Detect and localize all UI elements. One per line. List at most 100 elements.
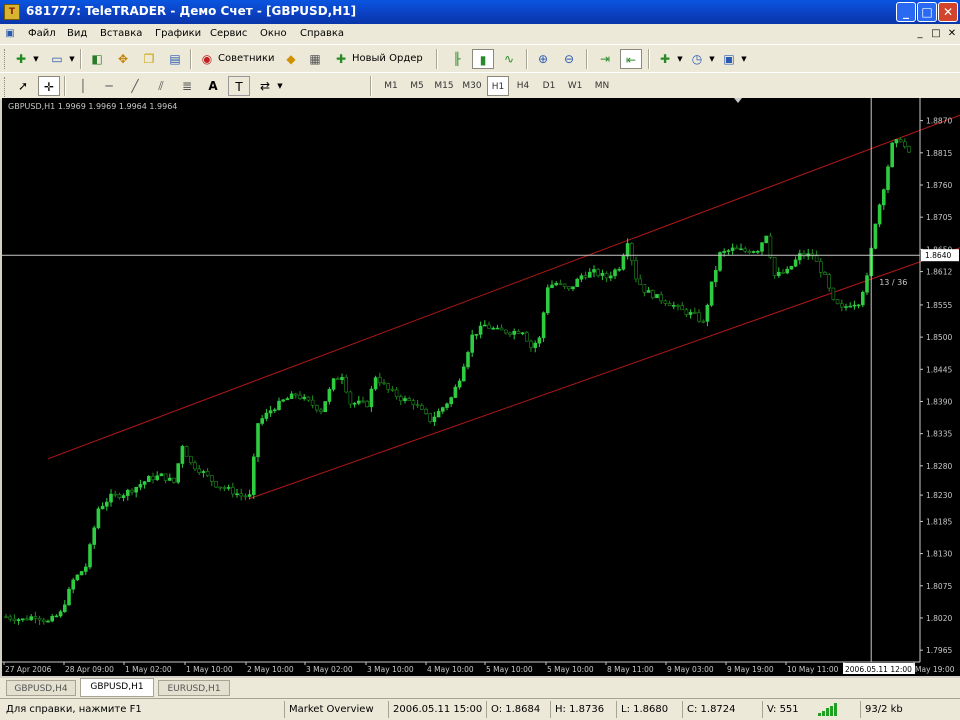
bar-chart-icon[interactable]: ╟: [446, 49, 468, 69]
dropdown-arrow-icon[interactable]: ▼: [68, 49, 76, 69]
tf-h1[interactable]: H1: [487, 76, 509, 96]
candle-body: [638, 278, 643, 285]
experts-button[interactable]: ◉ Советники: [196, 49, 276, 69]
toolbar-grip[interactable]: [4, 49, 8, 69]
chart-shift-marker[interactable]: [734, 98, 742, 103]
tab-gbpusd-h4[interactable]: GBPUSD,H4: [6, 680, 76, 696]
indicators-icon[interactable]: ✚: [654, 49, 676, 69]
dropdown-arrow-icon[interactable]: ▼: [276, 76, 284, 96]
toolbar-grip[interactable]: [4, 77, 8, 97]
templates-icon[interactable]: ▣: [718, 49, 740, 69]
text-tool-icon[interactable]: A: [202, 76, 224, 96]
time-axis: 27 Apr 2006 28 Apr 09:00 1 May 02:00 1 May …: [2, 661, 955, 674]
tab-gbpusd-h1[interactable]: GBPUSD,H1: [80, 678, 154, 697]
candle: [432, 411, 437, 426]
candle-body: [33, 616, 38, 619]
horizontal-line-icon[interactable]: ─: [98, 76, 120, 96]
candle: [25, 615, 29, 621]
price-tick-label: 1.8020: [926, 614, 952, 623]
mdi-close-button[interactable]: ✕: [946, 27, 958, 40]
tf-m30[interactable]: M30: [460, 76, 484, 96]
menu-window[interactable]: Окно: [260, 28, 287, 39]
trendline-icon[interactable]: ╱: [124, 76, 146, 96]
channel-icon[interactable]: ⫽: [150, 76, 172, 96]
auto-scroll-icon[interactable]: ⇥: [594, 49, 616, 69]
candle: [823, 270, 827, 275]
tf-m5[interactable]: M5: [406, 76, 428, 96]
zoom-in-icon[interactable]: ⊕: [532, 49, 554, 69]
line-chart-icon[interactable]: ∿: [498, 49, 520, 69]
candle: [117, 492, 122, 500]
price-chart[interactable]: GBPUSD,H1 1.9969 1.9969 1.9964 1.9964 13…: [2, 98, 960, 676]
history-icon[interactable]: ▦: [304, 49, 326, 69]
candle-body: [163, 473, 168, 481]
tf-mn[interactable]: MN: [590, 76, 614, 96]
close-button[interactable]: ✕: [938, 2, 958, 22]
new-chart-icon[interactable]: ✚: [10, 49, 32, 69]
candlestick-icon[interactable]: ▮: [472, 49, 494, 69]
candle: [16, 618, 21, 625]
tf-h4[interactable]: H4: [512, 76, 534, 96]
mdi-minimize-button[interactable]: _: [914, 27, 926, 40]
market-watch-icon[interactable]: ◧: [86, 49, 108, 69]
tf-w1[interactable]: W1: [564, 76, 586, 96]
tf-d1[interactable]: D1: [538, 76, 560, 96]
strategy-tester-icon[interactable]: ◆: [280, 49, 302, 69]
candle-body: [415, 404, 420, 407]
price-tick-label: 1.8760: [926, 181, 952, 190]
mdi-restore-button[interactable]: □: [930, 27, 942, 40]
menu-charts[interactable]: Графики: [155, 28, 201, 39]
menu-file[interactable]: Файл: [28, 28, 56, 39]
terminal-icon[interactable]: ▤: [164, 49, 186, 69]
dropdown-arrow-icon[interactable]: ▼: [708, 49, 716, 69]
menu-tools[interactable]: Сервис: [210, 28, 247, 39]
candle: [629, 242, 634, 266]
menu-help[interactable]: Справка: [300, 28, 344, 39]
candle-body: [550, 284, 554, 288]
dropdown-arrow-icon[interactable]: ▼: [676, 49, 684, 69]
minimize-button[interactable]: _: [896, 2, 916, 22]
document-icon[interactable]: ▣: [4, 27, 16, 40]
candle: [760, 242, 764, 255]
folder-icon[interactable]: ❐: [138, 49, 160, 69]
vertical-line-icon[interactable]: │: [72, 76, 94, 96]
navigator-icon[interactable]: ✥: [112, 49, 134, 69]
candle-body: [96, 508, 101, 529]
candle-body: [625, 243, 630, 257]
candle: [789, 265, 794, 270]
tf-m1[interactable]: M1: [380, 76, 402, 96]
menu-insert[interactable]: Вставка: [100, 28, 142, 39]
fibonacci-icon[interactable]: ≣: [176, 76, 198, 96]
new-order-button[interactable]: ✚ Новый Ордер: [330, 49, 424, 69]
arrows-icon[interactable]: ⇄: [254, 76, 276, 96]
candle: [894, 139, 899, 148]
candle: [92, 525, 96, 549]
candle: [226, 484, 231, 491]
candle: [12, 614, 17, 624]
candle-body: [545, 287, 550, 314]
app-icon[interactable]: T: [4, 4, 20, 20]
tab-eurusd-h1[interactable]: EURUSD,H1: [158, 680, 230, 696]
chart-window[interactable]: GBPUSD,H1 1.9969 1.9969 1.9964 1.9964 13…: [2, 98, 960, 676]
text-label-icon[interactable]: T: [228, 76, 250, 96]
cursor-icon[interactable]: ➚: [12, 76, 34, 96]
candle-body: [41, 619, 46, 623]
candle-body: [419, 405, 424, 410]
menu-view[interactable]: Вид: [67, 28, 87, 39]
menu-bar: ▣ Файл Вид Вставка Графики Сервис Окно С…: [0, 24, 960, 44]
tf-m15[interactable]: M15: [432, 76, 456, 96]
chart-shift-icon[interactable]: ⇤: [620, 49, 642, 69]
crosshair-icon[interactable]: ✛: [38, 76, 60, 96]
candle-body: [193, 462, 197, 470]
candle: [105, 498, 109, 511]
periods-icon[interactable]: ◷: [686, 49, 708, 69]
dropdown-arrow-icon[interactable]: ▼: [740, 49, 748, 69]
profiles-icon[interactable]: ▭: [46, 49, 68, 69]
dropdown-arrow-icon[interactable]: ▼: [32, 49, 40, 69]
maximize-button[interactable]: □: [917, 2, 937, 22]
candle-body: [92, 527, 96, 545]
candle-body: [499, 327, 504, 331]
zoom-out-icon[interactable]: ⊖: [558, 49, 580, 69]
candle-body: [298, 394, 302, 399]
candle: [298, 391, 302, 401]
